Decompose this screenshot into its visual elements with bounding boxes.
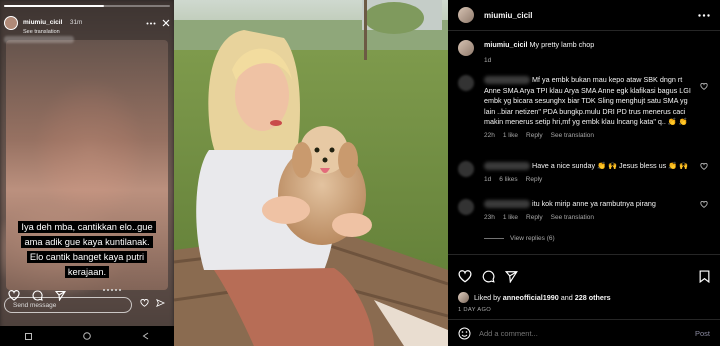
caption-username[interactable]: miumiu_cicil <box>484 40 528 49</box>
caption-line-3: Elo cantik banget kaya putri <box>26 251 148 263</box>
comment-text: itu kok mirip anne ya rambutnya pirang <box>532 199 656 208</box>
liked-by: Liked by anneofficial1990 and 228 others <box>458 292 611 303</box>
post-photo[interactable] <box>174 0 448 346</box>
comment-like-icon[interactable] <box>700 201 708 208</box>
story-comment-icon[interactable] <box>32 290 43 301</box>
post-author-username[interactable]: miumiu_cicil <box>484 11 532 20</box>
view-replies-button[interactable]: View replies (6) <box>484 235 555 242</box>
comment-item: Have a nice sunday 👏 🙌 Jesus bless us 👏 … <box>458 161 712 183</box>
liked-and: and <box>560 293 573 302</box>
liked-by-avatar[interactable] <box>458 292 469 303</box>
photo-illustration <box>174 0 448 346</box>
more-icon[interactable] <box>146 22 156 25</box>
comment-likes[interactable]: 1 like <box>503 132 518 139</box>
story-avatar[interactable] <box>4 16 18 30</box>
comment-icon[interactable] <box>482 270 495 283</box>
caption-line-2: ama adik gue kaya kuntilanak. <box>21 236 153 248</box>
story-share-icon[interactable] <box>55 290 66 301</box>
caption-text: My pretty lamb chop <box>529 40 595 49</box>
story-page-dots <box>103 289 121 291</box>
story-screenshot: miumiu_cicil 31m See translation Iya deh… <box>0 0 174 346</box>
section-divider <box>448 254 720 255</box>
comment-like-icon[interactable] <box>700 163 708 170</box>
see-translation-link[interactable]: See translation <box>551 214 594 221</box>
post-caption: miumiu_cicil My pretty lamb chop 1d <box>458 40 712 64</box>
liked-others-count[interactable]: 228 others <box>575 293 611 302</box>
caption-age: 1d <box>484 56 492 64</box>
comment-avatar[interactable] <box>458 75 474 91</box>
story-caption: Iya deh mba, cantikkan elo..gue ama adik… <box>10 219 164 279</box>
caption-line-4: kerajaan. <box>64 266 110 278</box>
comment-age: 22h <box>484 131 495 139</box>
story-blurred-text <box>4 36 74 43</box>
comment-like-icon[interactable] <box>700 83 708 90</box>
view-replies-label: View replies (6) <box>510 235 555 242</box>
see-translation-link[interactable]: See translation <box>551 132 594 139</box>
screenshot-composite: miumiu_cicil 31m See translation Iya deh… <box>0 0 720 346</box>
comment-item: Mf ya embk bukan mau kepo ataw SBK dngn … <box>458 75 712 139</box>
nav-back-icon[interactable] <box>142 332 149 340</box>
more-options-icon[interactable] <box>698 13 710 17</box>
add-comment-input[interactable] <box>479 328 695 338</box>
story-see-translation[interactable]: See translation <box>23 29 82 35</box>
post-detail-panel: miumiu_cicil miumiu_cicil My pretty lamb… <box>448 0 720 346</box>
comment-age: 23h <box>484 213 495 221</box>
post-date: 1 DAY AGO <box>458 307 492 313</box>
android-nav-bar <box>0 326 174 346</box>
comment-text: Have a nice sunday 👏 🙌 Jesus bless us 👏 … <box>532 161 689 170</box>
story-send-icon[interactable] <box>156 299 165 307</box>
close-icon[interactable] <box>162 19 170 27</box>
post-actions <box>458 268 710 284</box>
reply-button[interactable]: Reply <box>526 176 543 183</box>
nav-home-icon[interactable] <box>83 332 91 340</box>
story-username[interactable]: miumiu_cicil <box>23 19 62 26</box>
comments-list[interactable]: miumiu_cicil My pretty lamb chop 1d Mf y… <box>448 31 720 253</box>
post-author-avatar[interactable] <box>458 7 474 23</box>
story-like-icon[interactable] <box>140 299 149 307</box>
nav-recents-icon[interactable] <box>25 332 33 340</box>
comment-age: 1d <box>484 175 492 183</box>
comment-username-redacted[interactable] <box>484 162 530 171</box>
add-comment-bar: Post <box>448 320 720 346</box>
post-comment-button[interactable]: Post <box>695 329 710 338</box>
caption-avatar[interactable] <box>458 40 474 56</box>
comment-username-redacted[interactable] <box>484 200 530 209</box>
comment-item: itu kok mirip anne ya rambutnya pirang 2… <box>458 199 712 221</box>
comment-likes[interactable]: 6 likes <box>499 176 517 183</box>
share-icon[interactable] <box>505 270 518 283</box>
caption-line-1: Iya deh mba, cantikkan elo..gue <box>18 221 156 233</box>
reply-button[interactable]: Reply <box>526 214 543 221</box>
bookmark-icon[interactable] <box>699 269 710 283</box>
liked-prefix: Liked by <box>474 293 501 302</box>
story-progress-bar <box>4 5 170 7</box>
emoji-icon[interactable] <box>458 327 471 340</box>
reply-button[interactable]: Reply <box>526 132 543 139</box>
story-header: miumiu_cicil 31m See translation <box>4 12 170 35</box>
like-icon[interactable] <box>458 269 472 283</box>
story-time: 31m <box>69 19 83 27</box>
comment-likes[interactable]: 1 like <box>503 214 518 221</box>
liked-by-user[interactable]: anneofficial1990 <box>503 293 559 302</box>
comment-avatar[interactable] <box>458 161 474 177</box>
post-header: miumiu_cicil <box>448 0 720 31</box>
comment-avatar[interactable] <box>458 199 474 215</box>
comment-username-redacted[interactable] <box>484 76 530 85</box>
story-heart-icon[interactable] <box>8 290 20 301</box>
